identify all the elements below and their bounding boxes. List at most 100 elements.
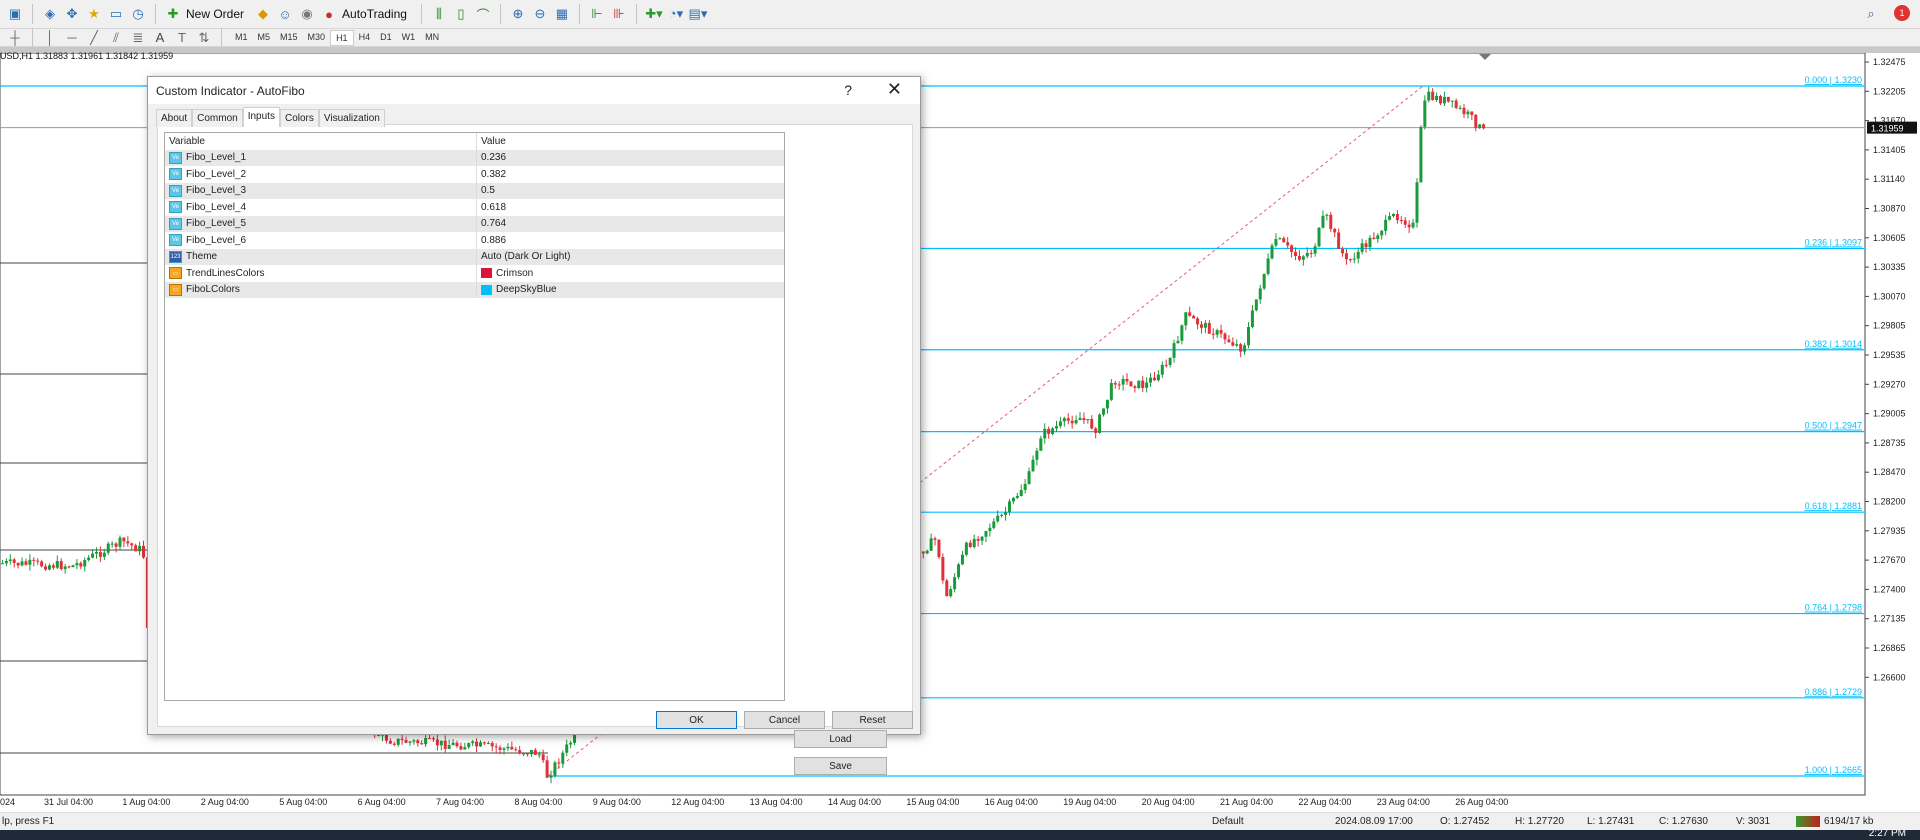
- candle: [452, 743, 455, 745]
- candle: [941, 557, 944, 580]
- candle: [1251, 310, 1254, 327]
- table-row[interactable]: VeFibo_Level_40.618: [165, 199, 784, 216]
- tab-inputs[interactable]: Inputs: [243, 107, 280, 127]
- value-cell[interactable]: 0.618: [477, 202, 506, 213]
- chart-shift-icon[interactable]: ⊪: [610, 5, 628, 23]
- bar-chart-icon[interactable]: ⫼: [430, 5, 448, 23]
- tile-windows-icon[interactable]: ▦: [553, 5, 571, 23]
- table-row[interactable]: VeFibo_Level_60.886: [165, 232, 784, 249]
- horizontal-line-icon[interactable]: ─: [63, 29, 81, 47]
- candle: [1376, 235, 1379, 239]
- value-cell[interactable]: 0.5: [477, 185, 495, 196]
- search-icon[interactable]: ⌕: [1862, 5, 1880, 23]
- periods-icon[interactable]: ◔▾: [667, 5, 685, 23]
- tab-common[interactable]: Common: [192, 109, 243, 127]
- timeframe-w1[interactable]: W1: [397, 30, 421, 46]
- table-row[interactable]: ▭TrendLinesColorsCrimson: [165, 265, 784, 282]
- value-text: 0.886: [481, 235, 506, 246]
- tab-about[interactable]: About: [156, 109, 192, 127]
- candle: [1122, 379, 1125, 385]
- strategy-tester-icon[interactable]: ◷: [129, 5, 147, 23]
- value-cell[interactable]: Crimson: [477, 268, 533, 279]
- timeframe-h1[interactable]: H1: [330, 30, 354, 46]
- table-row[interactable]: VeFibo_Level_30.5: [165, 183, 784, 200]
- candle: [1169, 358, 1172, 365]
- text-label-icon[interactable]: T: [173, 29, 191, 47]
- data-window-icon[interactable]: ✥: [63, 5, 81, 23]
- value-cell[interactable]: 0.764: [477, 218, 506, 229]
- templates-icon[interactable]: ▤▾: [689, 5, 707, 23]
- timeframe-h4[interactable]: H4: [354, 30, 376, 46]
- metaeditor-icon[interactable]: ◆: [254, 5, 272, 23]
- value-cell[interactable]: 0.382: [477, 169, 506, 180]
- color-swatch-icon[interactable]: [481, 285, 492, 295]
- candle: [1212, 334, 1215, 335]
- table-row[interactable]: 123ThemeAuto (Dark Or Light): [165, 249, 784, 266]
- autotrading-button[interactable]: AutoTrading: [342, 7, 407, 21]
- load-button[interactable]: Load: [794, 730, 887, 748]
- fibo-level-label: 0.764 | 1.2798: [1805, 603, 1862, 613]
- table-row[interactable]: VeFibo_Level_10.236: [165, 150, 784, 167]
- arrows-icon[interactable]: ⇅: [195, 29, 213, 47]
- candlestick-icon[interactable]: ▯: [452, 5, 470, 23]
- candle: [1408, 225, 1411, 228]
- save-button[interactable]: Save: [794, 757, 887, 775]
- ok-button[interactable]: OK: [656, 711, 737, 729]
- value-cell[interactable]: DeepSkyBlue: [477, 284, 557, 295]
- tab-colors[interactable]: Colors: [280, 109, 319, 127]
- value-cell[interactable]: 0.236: [477, 152, 506, 163]
- time-label: 16 Aug 04:00: [985, 797, 1038, 807]
- vertical-line-icon[interactable]: │: [41, 29, 59, 47]
- new-order-icon[interactable]: ✚: [164, 5, 182, 23]
- candle: [981, 537, 984, 541]
- timeframe-m1[interactable]: M1: [230, 30, 253, 46]
- table-row[interactable]: VeFibo_Level_50.764: [165, 216, 784, 233]
- line-chart-icon[interactable]: ⌒: [474, 5, 492, 23]
- candle: [1353, 259, 1356, 260]
- status-profile[interactable]: Default: [1212, 816, 1244, 827]
- timeframe-m30[interactable]: M30: [303, 30, 331, 46]
- candle: [1412, 223, 1415, 228]
- value-cell[interactable]: Auto (Dark Or Light): [477, 251, 570, 262]
- column-header-value[interactable]: Value: [477, 136, 506, 147]
- autotrading-icon[interactable]: ●: [320, 5, 338, 23]
- auto-scroll-icon[interactable]: ⊩: [588, 5, 606, 23]
- candle: [463, 747, 466, 749]
- candle: [1188, 312, 1191, 315]
- candle: [134, 545, 137, 551]
- value-cell[interactable]: 0.886: [477, 235, 506, 246]
- zoom-in-icon[interactable]: ⊕: [509, 5, 527, 23]
- color-swatch-icon[interactable]: [481, 268, 492, 278]
- timeframe-m15[interactable]: M15: [275, 30, 303, 46]
- candle: [1455, 101, 1458, 108]
- navigator-icon[interactable]: ★: [85, 5, 103, 23]
- indicators-icon[interactable]: ✚▾: [645, 5, 663, 23]
- timeframe-mn[interactable]: MN: [420, 30, 444, 46]
- column-header-variable[interactable]: Variable: [165, 133, 477, 150]
- help-icon[interactable]: ?: [844, 82, 852, 98]
- fibonacci-icon[interactable]: ≣: [129, 29, 147, 47]
- candle: [969, 543, 972, 547]
- notifications-icon[interactable]: 1: [1894, 5, 1910, 21]
- market-icon[interactable]: ◉: [298, 5, 316, 23]
- timeframe-m5[interactable]: M5: [253, 30, 276, 46]
- text-icon[interactable]: A: [151, 29, 169, 47]
- trendline-icon[interactable]: ╱: [85, 29, 103, 47]
- reset-button[interactable]: Reset: [832, 711, 913, 729]
- crosshair-icon[interactable]: ┼: [6, 29, 24, 47]
- market-watch-icon[interactable]: ◈: [41, 5, 59, 23]
- new-chart-icon[interactable]: ▣: [6, 5, 24, 23]
- zoom-out-icon[interactable]: ⊖: [531, 5, 549, 23]
- terminal-icon[interactable]: ▭: [107, 5, 125, 23]
- timeframe-d1[interactable]: D1: [375, 30, 397, 46]
- table-row[interactable]: ▭FiboLColorsDeepSkyBlue: [165, 282, 784, 299]
- table-row[interactable]: VeFibo_Level_20.382: [165, 166, 784, 183]
- channel-icon[interactable]: ⫽: [107, 29, 125, 47]
- new-order-button[interactable]: New Order: [186, 7, 244, 21]
- tab-visualization[interactable]: Visualization: [319, 109, 385, 127]
- candle: [1361, 243, 1364, 251]
- signals-icon[interactable]: ☺: [276, 5, 294, 23]
- close-icon[interactable]: ✕: [887, 79, 902, 100]
- status-volume: V: 3031: [1736, 816, 1770, 827]
- cancel-button[interactable]: Cancel: [744, 711, 825, 729]
